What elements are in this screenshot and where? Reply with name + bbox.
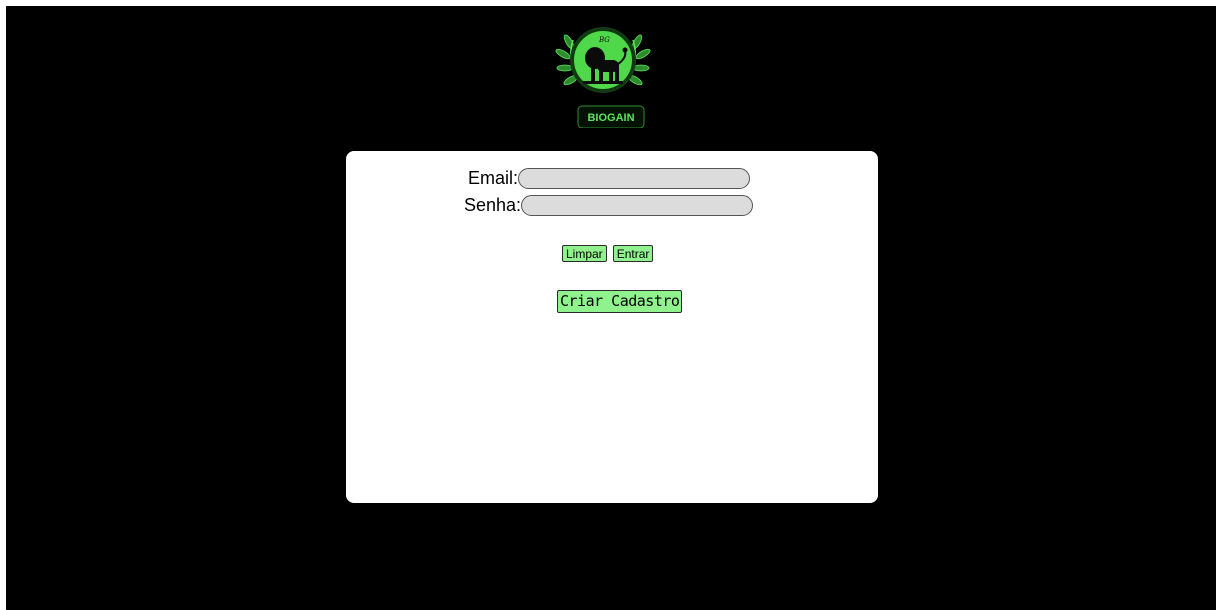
biogain-logo: BG BIOGAIN [555,20,651,129]
page-background: BG BIOGAIN Email: Senha: Limpar Entrar C… [6,6,1216,610]
clear-button[interactable]: Limpar [562,245,607,262]
form-buttons: Limpar Entrar [562,245,654,262]
login-card: Email: Senha: Limpar Entrar Criar Cadast… [346,151,878,503]
email-label: Email: [468,168,519,188]
senha-row: Senha: [464,195,754,216]
email-row: Email: [468,168,751,189]
enter-button[interactable]: Entrar [612,245,654,262]
senha-field[interactable] [521,195,754,216]
create-account-button[interactable]: Criar Cadastro [557,290,683,313]
monogram-text: BG [598,36,610,44]
email-field[interactable] [518,168,751,189]
brand-name-text: BIOGAIN [587,112,634,124]
senha-label: Senha: [464,195,522,215]
